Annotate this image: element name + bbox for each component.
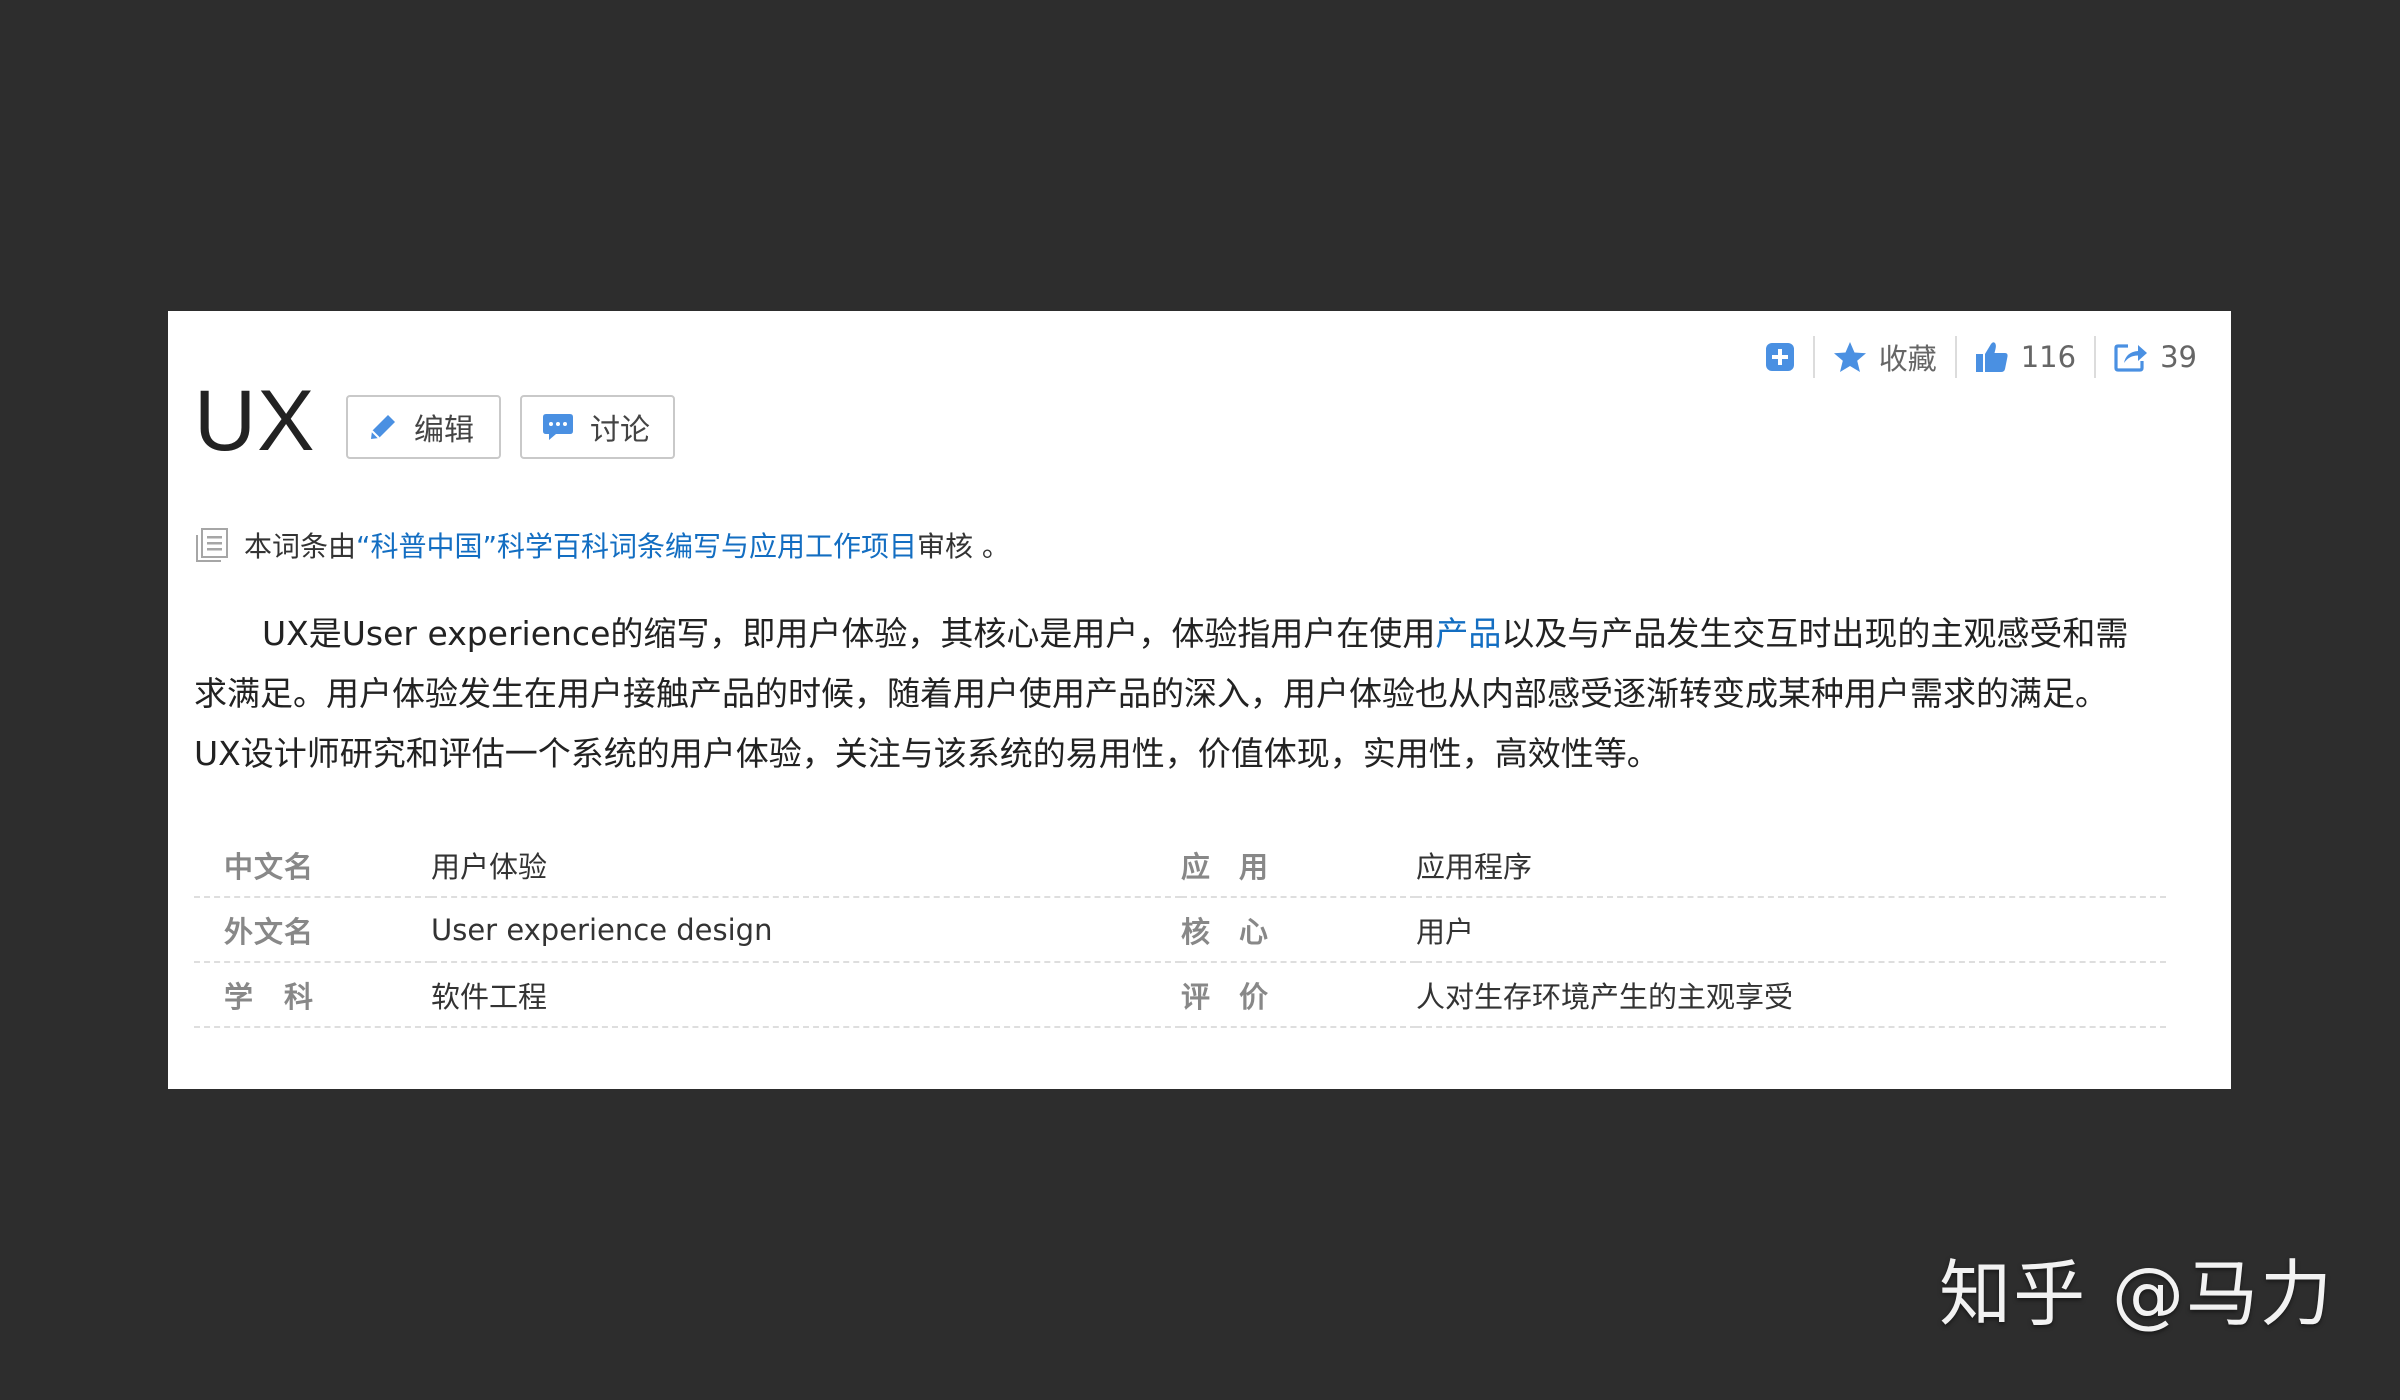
favorite-button[interactable]: 收藏: [1815, 329, 1955, 385]
share-button[interactable]: 39: [2096, 329, 2215, 385]
pencil-icon: [371, 415, 395, 439]
info-value: 用户: [1416, 897, 2166, 963]
info-value: 用户体验: [431, 833, 1181, 898]
basic-info-table: 中文名 用户体验 应 用 应用程序 外文名 User experience de…: [194, 833, 2166, 1028]
summary-text-1: UX是User experience的缩写，即用户体验，其核心是用户，体验指用户…: [262, 614, 1436, 653]
share-count: 39: [2160, 340, 2197, 374]
add-button[interactable]: [1747, 329, 1813, 385]
info-value: User experience design: [431, 897, 1181, 963]
product-link[interactable]: 产品: [1435, 614, 1501, 653]
watermark: 知乎 @马力: [1939, 1252, 2334, 1336]
table-row: 外文名 User experience design 核 心 用户: [194, 897, 2166, 963]
like-count: 116: [2020, 340, 2077, 374]
discuss-button[interactable]: 讨论: [520, 395, 675, 459]
info-key: 核 心: [1181, 897, 1416, 963]
thumbs-up-icon: [1975, 342, 2008, 372]
favorite-label: 收藏: [1878, 342, 1937, 376]
entry-card: 收藏 116 39 UX 编辑 讨论 本词条由 “科普中国”科学百科词条编写与应…: [168, 311, 2231, 1089]
edit-label: 编辑: [414, 413, 474, 448]
table-row: 学 科 软件工程 评 价 人对生存环境产生的主观享受: [194, 962, 2166, 1028]
summary-paragraph: UX是User experience的缩写，即用户体验，其核心是用户，体验指用户…: [194, 604, 2154, 784]
entry-toolbar: 收藏 116 39: [1747, 329, 2215, 385]
edit-button[interactable]: 编辑: [346, 395, 501, 459]
info-key: 学 科: [194, 962, 431, 1028]
info-key: 外文名: [194, 897, 431, 963]
review-prefix: 本词条由: [244, 530, 357, 563]
discuss-label: 讨论: [590, 413, 650, 448]
info-value: 人对生存环境产生的主观享受: [1416, 962, 2166, 1028]
document-icon: [196, 528, 228, 562]
review-project-link[interactable]: “科普中国”科学百科词条编写与应用工作项目: [356, 525, 917, 565]
info-key: 评 价: [1181, 962, 1416, 1028]
chat-bubble-icon: [543, 414, 573, 440]
table-row: 中文名 用户体验 应 用 应用程序: [194, 833, 2166, 898]
page-title: UX: [194, 373, 316, 469]
plus-square-icon: [1765, 343, 1794, 371]
review-suffix: 审核 。: [917, 530, 1010, 563]
info-key: 应 用: [1181, 833, 1416, 898]
info-value: 应用程序: [1416, 833, 2166, 898]
info-key: 中文名: [194, 833, 431, 898]
like-button[interactable]: 116: [1957, 329, 2094, 385]
star-icon: [1833, 342, 1866, 372]
review-notice: 本词条由 “科普中国”科学百科词条编写与应用工作项目 审核 。: [194, 523, 1010, 567]
info-value: 软件工程: [431, 962, 1181, 1028]
share-icon: [2114, 344, 2148, 372]
